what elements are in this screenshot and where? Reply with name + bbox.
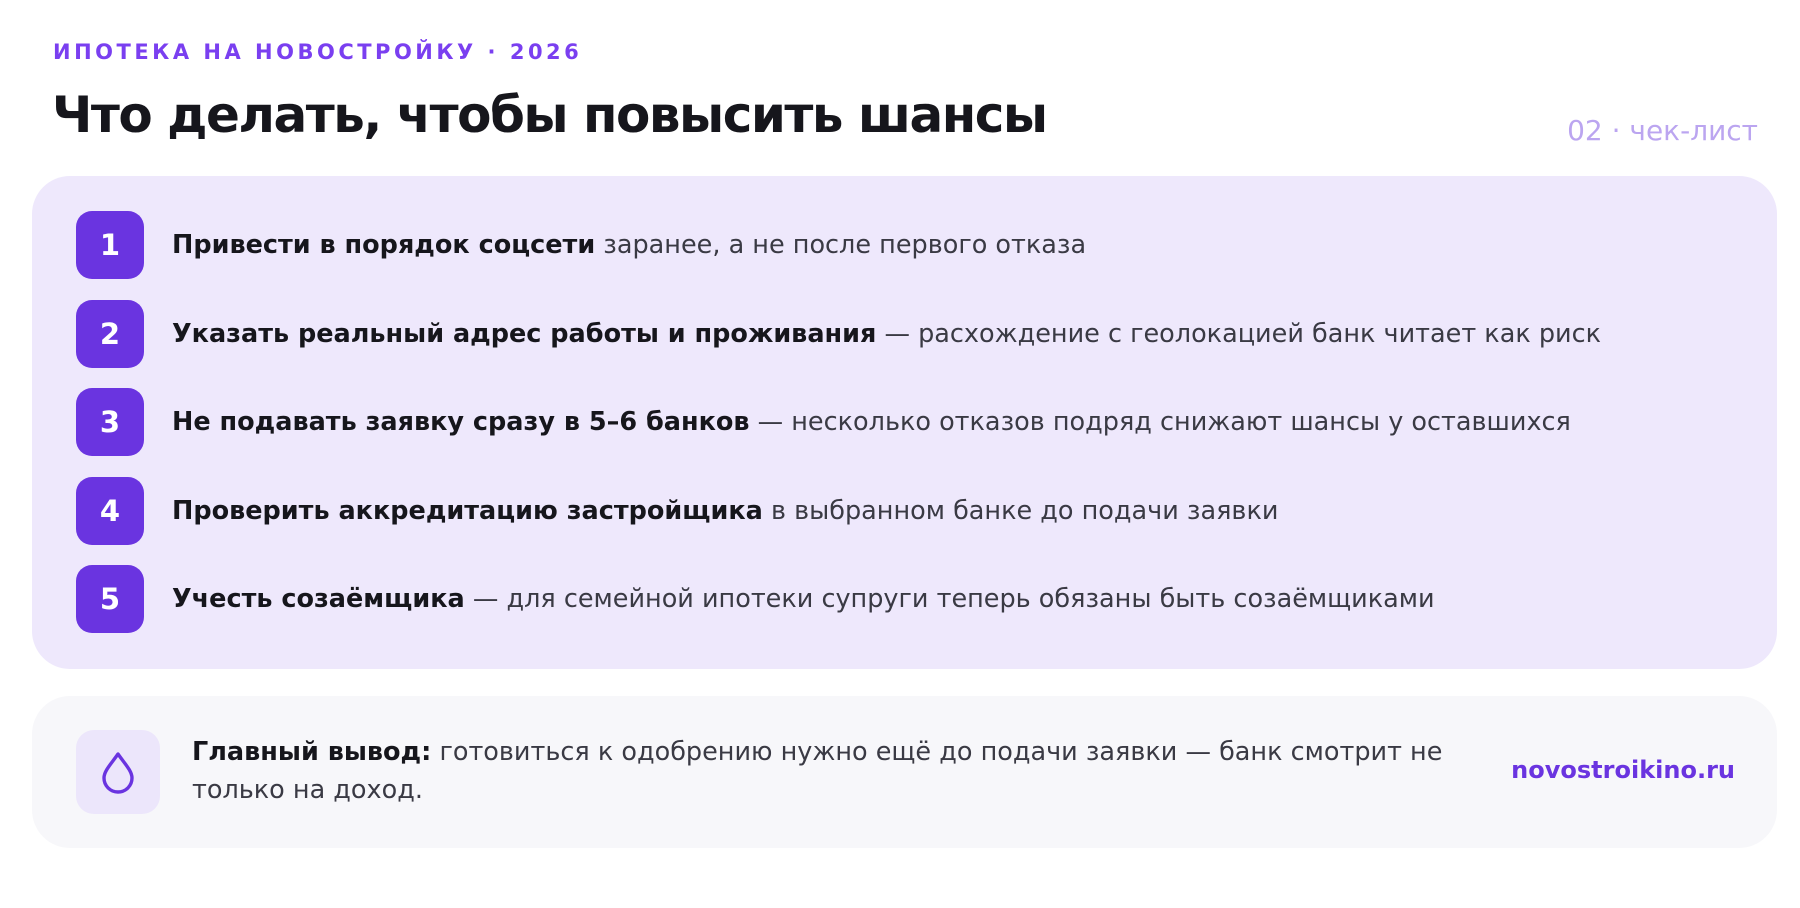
checklist-item-text: Указать реальный адрес работы и проживан… [172, 319, 1601, 349]
page-title: Что делать, чтобы повысить шансы [52, 86, 1048, 144]
checklist-item: 3 Не подавать заявку сразу в 5–6 банков … [76, 388, 1777, 456]
summary-card: Главный вывод: готовиться к одобрению ну… [32, 696, 1777, 848]
drop-icon-tile [76, 730, 160, 814]
checklist-item-text: Проверить аккредитацию застройщика в выб… [172, 496, 1278, 526]
step-number-badge: 5 [76, 565, 144, 633]
checklist-item-bold: Проверить аккредитацию застройщика [172, 495, 763, 526]
checklist-item-text: Привести в порядок соцсети заранее, а не… [172, 230, 1086, 260]
checklist-item-rest: — несколько отказов подряд снижают шансы… [749, 407, 1571, 437]
checklist-item-bold: Указать реальный адрес работы и проживан… [172, 318, 877, 349]
checklist-item-rest: — расхождение с геолокацией банк читает … [876, 318, 1602, 349]
page: ИПОТЕКА НА НОВОСТРОЙКУ · 2026 Что делать… [0, 0, 1800, 908]
step-number-badge: 4 [76, 476, 144, 545]
checklist-item: 5 Учесть созаёмщика — для семейной ипоте… [76, 565, 1777, 633]
checklist-item-rest: — для семейной ипотеки супруги теперь об… [464, 584, 1435, 614]
drop-icon [102, 752, 134, 794]
checklist-item-rest: в выбранном банке до подачи заявки [762, 495, 1279, 526]
step-number-badge: 1 [76, 211, 144, 279]
summary-text: Главный вывод: готовиться к одобрению ну… [192, 733, 1522, 809]
checklist-item-bold: Не подавать заявку сразу в 5–6 банков [172, 407, 750, 437]
checklist-item-bold: Привести в порядок соцсети [172, 230, 596, 260]
checklist-item: 4 Проверить аккредитацию застройщика в в… [76, 476, 1777, 545]
checklist-item: 2 Указать реальный адрес работы и прожив… [76, 299, 1777, 368]
step-number-badge: 2 [76, 299, 144, 368]
checklist-item-bold: Учесть созаёмщика [172, 584, 465, 614]
step-number-badge: 3 [76, 388, 144, 456]
page-counter: 02 · чек-лист [1567, 114, 1758, 147]
checklist-card: 1 Привести в порядок соцсети заранее, а … [32, 176, 1777, 669]
checklist-item-text: Учесть созаёмщика — для семейной ипотеки… [172, 584, 1435, 614]
summary-bold: Главный вывод: [192, 737, 432, 767]
eyebrow-label: ИПОТЕКА НА НОВОСТРОЙКУ · 2026 [53, 40, 583, 64]
checklist-item: 1 Привести в порядок соцсети заранее, а … [76, 211, 1777, 279]
site-link[interactable]: novostroikino.ru [1511, 756, 1735, 784]
checklist-item-rest: заранее, а не после первого отказа [595, 230, 1087, 260]
checklist-item-text: Не подавать заявку сразу в 5–6 банков — … [172, 407, 1571, 437]
